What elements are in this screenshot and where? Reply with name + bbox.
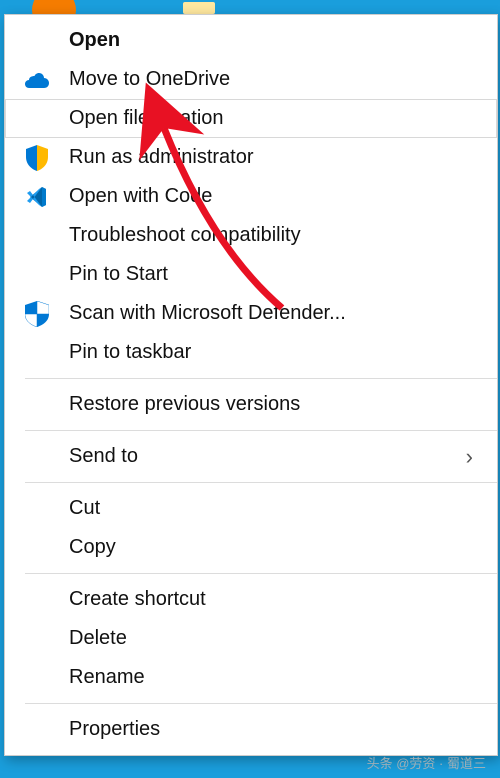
menu-label: Cut xyxy=(69,497,481,520)
chevron-right-icon: › xyxy=(466,444,473,470)
menu-item-pin-start[interactable]: Pin to Start xyxy=(5,255,497,294)
menu-label: Open xyxy=(69,29,481,52)
menu-item-open[interactable]: Open xyxy=(5,21,497,60)
watermark-text: 头条 @劳资 · 蜀道三 xyxy=(367,753,486,772)
menu-label: Scan with Microsoft Defender... xyxy=(69,302,481,325)
file-context-menu: Open Move to OneDrive Open file location… xyxy=(4,14,498,756)
menu-label: Restore previous versions xyxy=(69,393,481,416)
menu-label: Send to xyxy=(69,445,466,468)
shield-icon xyxy=(5,145,69,171)
menu-item-open-location[interactable]: Open file location xyxy=(5,99,497,138)
menu-label: Open with Code xyxy=(69,185,481,208)
defender-icon xyxy=(5,301,69,327)
menu-label: Open file location xyxy=(69,107,481,130)
menu-label: Troubleshoot compatibility xyxy=(69,224,481,247)
menu-item-send-to[interactable]: Send to › xyxy=(5,437,497,476)
menu-label: Copy xyxy=(69,536,481,559)
menu-label: Rename xyxy=(69,666,481,689)
menu-item-troubleshoot[interactable]: Troubleshoot compatibility xyxy=(5,216,497,255)
menu-label: Properties xyxy=(69,718,481,741)
menu-item-run-admin[interactable]: Run as administrator xyxy=(5,138,497,177)
menu-item-delete[interactable]: Delete xyxy=(5,619,497,658)
vscode-icon xyxy=(5,185,69,209)
menu-item-move-onedrive[interactable]: Move to OneDrive xyxy=(5,60,497,99)
menu-item-rename[interactable]: Rename xyxy=(5,658,497,697)
menu-label: Run as administrator xyxy=(69,146,481,169)
menu-item-open-code[interactable]: Open with Code xyxy=(5,177,497,216)
menu-separator xyxy=(25,430,497,431)
menu-item-copy[interactable]: Copy xyxy=(5,528,497,567)
menu-label: Delete xyxy=(69,627,481,650)
onedrive-icon xyxy=(5,71,69,89)
menu-separator xyxy=(25,378,497,379)
menu-label: Pin to taskbar xyxy=(69,341,481,364)
menu-item-create-shortcut[interactable]: Create shortcut xyxy=(5,580,497,619)
menu-label: Move to OneDrive xyxy=(69,68,481,91)
menu-label: Create shortcut xyxy=(69,588,481,611)
menu-item-properties[interactable]: Properties xyxy=(5,710,497,749)
desktop-folder-icon xyxy=(183,2,215,14)
menu-separator xyxy=(25,573,497,574)
menu-item-restore-versions[interactable]: Restore previous versions xyxy=(5,385,497,424)
menu-item-pin-taskbar[interactable]: Pin to taskbar xyxy=(5,333,497,372)
menu-item-scan-defender[interactable]: Scan with Microsoft Defender... xyxy=(5,294,497,333)
menu-separator xyxy=(25,703,497,704)
menu-separator xyxy=(25,482,497,483)
menu-label: Pin to Start xyxy=(69,263,481,286)
menu-item-cut[interactable]: Cut xyxy=(5,489,497,528)
